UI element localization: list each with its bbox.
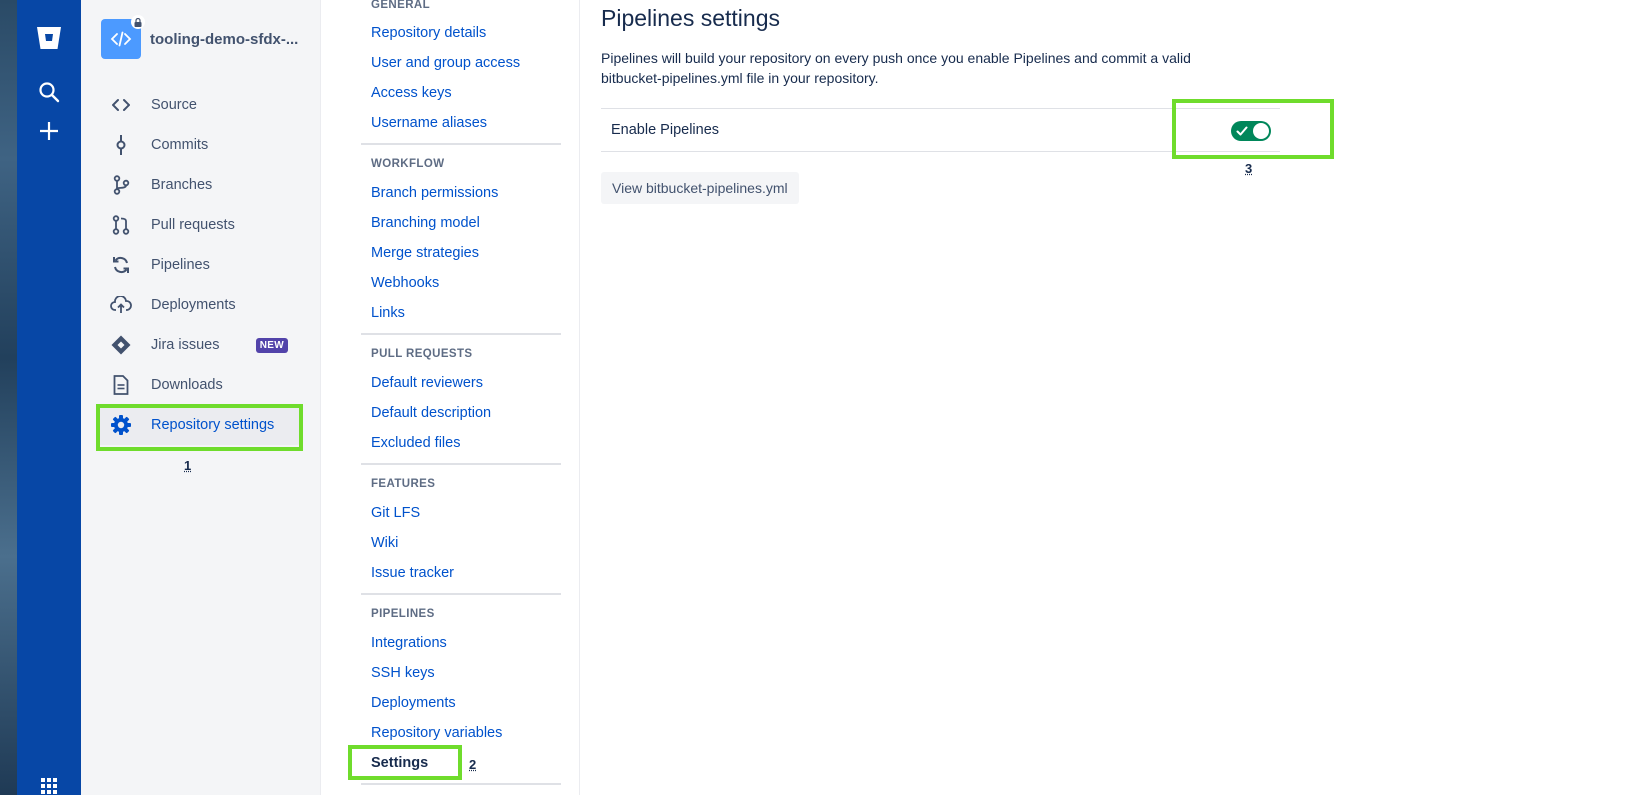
- new-badge: NEW: [255, 338, 288, 353]
- enable-pipelines-label: Enable Pipelines: [611, 122, 720, 138]
- sidebar-item-label: Source: [151, 97, 197, 113]
- section-heading-pull-requests: PULL REQUESTS: [371, 348, 473, 360]
- link-default-description[interactable]: Default description: [371, 405, 491, 421]
- repo-avatar: [101, 15, 145, 59]
- check-icon: [1236, 126, 1248, 136]
- page-title: Pipelines settings: [601, 5, 780, 31]
- link-ssh-keys[interactable]: SSH keys: [371, 665, 435, 681]
- link-repository-details[interactable]: Repository details: [371, 25, 486, 41]
- downloads-icon: [109, 373, 133, 397]
- section-heading-workflow: WORKFLOW: [371, 158, 445, 170]
- link-issue-tracker[interactable]: Issue tracker: [371, 565, 454, 581]
- sidebar-item-label: Pull requests: [151, 217, 235, 233]
- page-description: Pipelines will build your repository on …: [601, 50, 1191, 86]
- global-nav: [17, 0, 81, 795]
- annotation-number-1: 1: [184, 458, 192, 473]
- sidebar-item-label: Branches: [151, 177, 213, 193]
- sidebar-item-pipelines[interactable]: Pipelines: [97, 245, 300, 285]
- bitbucket-logo-icon[interactable]: [35, 24, 63, 52]
- deployments-icon: [109, 293, 133, 317]
- link-username-aliases[interactable]: Username aliases: [371, 115, 487, 131]
- link-pipelines-settings[interactable]: Settings: [371, 755, 428, 771]
- link-links[interactable]: Links: [371, 305, 405, 321]
- sidebar-item-label: Deployments: [151, 297, 236, 313]
- link-wiki[interactable]: Wiki: [371, 535, 398, 551]
- link-deployments[interactable]: Deployments: [371, 695, 456, 711]
- section-heading-features: FEATURES: [371, 478, 436, 490]
- sidebar-item-label: Repository settings: [151, 417, 275, 433]
- code-icon: [109, 93, 133, 117]
- sidebar-item-label: Commits: [151, 137, 209, 153]
- code-avatar-icon: [110, 31, 132, 47]
- sidebar-item-commits[interactable]: Commits: [97, 125, 300, 165]
- sidebar-item-branches[interactable]: Branches: [97, 165, 300, 205]
- divider: [361, 463, 561, 465]
- sidebar-item-downloads[interactable]: Downloads: [97, 365, 300, 405]
- repo-header[interactable]: tooling-demo-sfdx-...: [101, 15, 298, 59]
- link-integrations[interactable]: Integrations: [371, 635, 447, 651]
- sidebar-item-jira-issues[interactable]: Jira issues NEW: [97, 325, 300, 365]
- link-repository-variables[interactable]: Repository variables: [371, 725, 502, 741]
- lock-icon: [131, 15, 145, 29]
- view-pipelines-yml-button[interactable]: View bitbucket-pipelines.yml: [601, 172, 799, 204]
- link-branch-permissions[interactable]: Branch permissions: [371, 185, 498, 201]
- jira-icon: [109, 333, 133, 357]
- sidebar-item-repository-settings[interactable]: Repository settings: [97, 405, 300, 445]
- pull-request-icon: [109, 213, 133, 237]
- enable-pipelines-row: Enable Pipelines: [601, 108, 1280, 152]
- repo-name[interactable]: tooling-demo-sfdx-...: [150, 31, 298, 48]
- pipelines-icon: [109, 253, 133, 277]
- annotation-number-2: 2: [469, 757, 477, 772]
- sidebar-item-source[interactable]: Source: [97, 85, 300, 125]
- create-plus-icon[interactable]: [35, 117, 63, 145]
- link-git-lfs[interactable]: Git LFS: [371, 505, 420, 521]
- divider: [361, 593, 561, 595]
- main-content: Pipelines settings Pipelines will build …: [581, 0, 1633, 795]
- sidebar-item-label: Jira issues: [151, 337, 220, 353]
- desktop-background: [0, 0, 17, 795]
- sidebar-item-label: Pipelines: [151, 257, 210, 273]
- link-excluded-files[interactable]: Excluded files: [371, 435, 460, 451]
- enable-pipelines-toggle[interactable]: [1231, 121, 1271, 141]
- link-branching-model[interactable]: Branching model: [371, 215, 480, 231]
- section-heading-general: GENERAL: [371, 0, 431, 11]
- toggle-knob: [1253, 123, 1269, 139]
- commit-icon: [109, 133, 133, 157]
- app-switcher-icon[interactable]: [35, 772, 63, 795]
- branch-icon: [109, 173, 133, 197]
- search-icon[interactable]: [35, 78, 63, 106]
- link-user-and-group-access[interactable]: User and group access: [371, 55, 520, 71]
- divider: [361, 783, 561, 785]
- settings-nav: GENERAL Repository details User and grou…: [322, 0, 580, 795]
- repository-sidebar: tooling-demo-sfdx-... Source Commits Bra…: [81, 0, 321, 795]
- sidebar-item-label: Downloads: [151, 377, 223, 393]
- gear-icon: [109, 413, 133, 437]
- link-webhooks[interactable]: Webhooks: [371, 275, 439, 291]
- sidebar-item-deployments[interactable]: Deployments: [97, 285, 300, 325]
- divider: [361, 143, 561, 145]
- section-heading-pipelines: PIPELINES: [371, 608, 435, 620]
- divider: [361, 333, 561, 335]
- annotation-number-3: 3: [1245, 161, 1253, 176]
- link-default-reviewers[interactable]: Default reviewers: [371, 375, 483, 391]
- link-merge-strategies[interactable]: Merge strategies: [371, 245, 479, 261]
- sidebar-item-pull-requests[interactable]: Pull requests: [97, 205, 300, 245]
- link-access-keys[interactable]: Access keys: [371, 85, 452, 101]
